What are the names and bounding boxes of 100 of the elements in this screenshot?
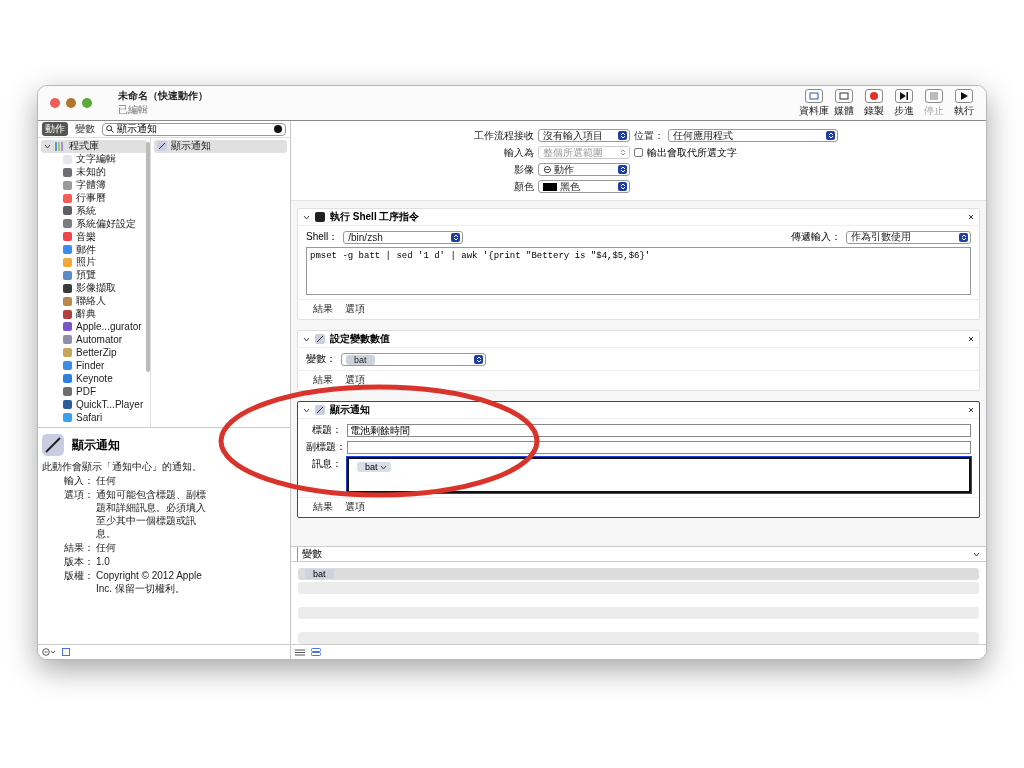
record-icon	[868, 90, 880, 101]
detail-label: 版權：	[63, 569, 94, 583]
description-toggle-icon[interactable]	[62, 648, 70, 656]
action-title: 執行 Shell 工序指令	[330, 210, 421, 224]
field-label: 副標題：	[306, 440, 342, 454]
close-icon[interactable]	[968, 336, 974, 342]
library-item[interactable]: 程式庫	[41, 140, 147, 153]
stop-icon	[928, 90, 940, 101]
library-item[interactable]: 音樂	[41, 230, 147, 244]
toolbar-button[interactable]: 步進	[890, 88, 918, 118]
script-editor[interactable]: pmset -g batt | sed '1 d' | awk '{print "Bettery is "$4,$5,$6}'	[306, 247, 971, 295]
close-button[interactable]	[50, 98, 60, 108]
close-icon[interactable]	[968, 214, 974, 220]
library-item[interactable]: Apple...gurator	[41, 320, 147, 334]
library-item[interactable]: 文字編輯	[41, 152, 147, 166]
library-item[interactable]: 未知的	[41, 165, 147, 179]
message-field[interactable]: bat	[347, 457, 971, 493]
toolbar-button[interactable]: 執行	[950, 88, 978, 118]
popup-button[interactable]: /bin/zsh	[343, 230, 464, 244]
minimize-button[interactable]	[66, 98, 76, 108]
detail-value: 通知可能包含標題、副標題和詳細訊息。必須填入至少其中一個標題或訊息。	[96, 488, 207, 540]
variable-token[interactable]: bat	[357, 462, 391, 472]
library-item[interactable]: Keynote	[41, 372, 147, 385]
disclosure-icon[interactable]	[303, 336, 310, 342]
library-item[interactable]: 郵件	[41, 243, 147, 256]
stepper-icon	[619, 149, 626, 156]
media-icon	[838, 90, 850, 101]
field-label: 工作流程接收	[473, 128, 534, 143]
library-item[interactable]: 辭典	[41, 307, 147, 321]
library-item[interactable]: 照片	[41, 256, 147, 269]
library-item[interactable]: 系統偏好設定	[41, 217, 147, 231]
library-item[interactable]: BetterZip	[41, 346, 147, 360]
collapse-icon[interactable]	[973, 551, 980, 557]
toolbar-button[interactable]: 資料庫	[800, 88, 828, 118]
detail-value: Copyright © 2012 Apple Inc. 保留一切權利。	[96, 569, 203, 595]
input-field[interactable]: 電池剩餘時間	[347, 423, 971, 437]
search-field[interactable]: 顯示通知	[102, 122, 286, 136]
field-label: 訊息：	[311, 457, 342, 471]
wand-icon	[315, 405, 325, 415]
close-icon[interactable]	[968, 407, 974, 413]
toolbar-button[interactable]: 媒體	[830, 88, 858, 118]
field-label: 輸入為	[503, 145, 534, 160]
variable-token: bat	[346, 354, 375, 365]
list-view-icon[interactable]	[295, 648, 305, 656]
stepper-icon	[452, 233, 459, 241]
library-item[interactable]: Finder	[41, 359, 147, 373]
tab[interactable]: 變數	[72, 122, 98, 136]
footer-tab[interactable]: 選項	[345, 500, 365, 514]
disclosure-icon[interactable]	[44, 143, 51, 149]
variable-token: bat	[305, 569, 334, 579]
zoom-button[interactable]	[82, 98, 92, 108]
library-icon	[808, 90, 820, 101]
popup-button[interactable]: bat	[341, 352, 486, 366]
library-item[interactable]: 行事曆	[41, 191, 147, 205]
library-item[interactable]: PDF	[41, 384, 147, 398]
library-item[interactable]: 字體簿	[41, 178, 147, 192]
library-item[interactable]: 聯絡人	[41, 294, 147, 308]
popup-button[interactable]: 任何應用程式	[668, 129, 838, 142]
wand-icon	[157, 141, 167, 152]
run-icon	[958, 90, 970, 101]
library-item[interactable]: QuickT...Player	[41, 397, 147, 411]
variable-row[interactable]: bat	[298, 568, 979, 580]
library-item[interactable]: 影像擷取	[41, 281, 147, 295]
library-item[interactable]: 預覽	[41, 268, 147, 282]
terminal-icon	[315, 212, 325, 222]
action-title: 顯示通知	[330, 403, 371, 417]
field-label: 位置：	[634, 128, 664, 143]
detail-label: 版本：	[63, 555, 94, 568]
popup-button[interactable]: ⊖ 動作	[538, 163, 630, 176]
disclosure-icon[interactable]	[303, 407, 310, 413]
popup-button[interactable]: 作為引數使用	[846, 230, 971, 244]
tab[interactable]: 動作	[42, 122, 68, 136]
detail-value: 1.0	[96, 555, 111, 568]
toolbar-button[interactable]: 錄製	[860, 88, 888, 118]
footer-tab[interactable]: 結果	[313, 500, 333, 514]
input-field[interactable]	[347, 440, 971, 454]
checkbox[interactable]: 輸出會取代所選文字	[634, 145, 874, 160]
detail-value: 任何	[96, 474, 117, 487]
footer-tab[interactable]: 選項	[345, 373, 365, 387]
clear-icon[interactable]	[274, 125, 282, 133]
stepper-icon	[827, 132, 834, 139]
field-label: 傳遞輸入：	[791, 230, 841, 244]
popup-button[interactable]: 黑色	[538, 180, 630, 193]
disclosure-icon[interactable]	[303, 214, 310, 220]
footer-tab[interactable]: 結果	[313, 373, 333, 387]
window-subtitle: 已編輯	[118, 103, 149, 117]
action-item[interactable]: 顯示通知	[154, 140, 287, 153]
actions-menu-icon[interactable]	[42, 648, 56, 656]
popup-button[interactable]: 沒有輸入項目	[538, 129, 630, 142]
library-item[interactable]: 系統	[41, 204, 147, 218]
field-label: 標題：	[311, 423, 342, 437]
footer-tab[interactable]: 選項	[345, 302, 365, 316]
chevron-icon[interactable]	[379, 464, 387, 470]
field-label: Shell：	[306, 230, 339, 244]
library-item[interactable]: Safari	[41, 410, 147, 424]
action-title: 設定變數數值	[330, 332, 391, 346]
stepper-icon	[619, 183, 626, 190]
library-item[interactable]: Automator	[41, 333, 147, 347]
footer-tab[interactable]: 結果	[313, 302, 333, 316]
block-view-icon[interactable]	[311, 648, 321, 656]
